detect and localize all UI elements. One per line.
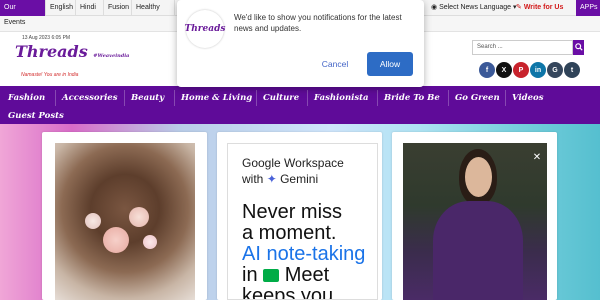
site-logo[interactable]: Threads #Weaveindia bbox=[15, 42, 129, 61]
facebook-icon[interactable]: f bbox=[479, 62, 495, 78]
nav-separator bbox=[256, 90, 257, 106]
search-button[interactable] bbox=[573, 40, 584, 55]
ad-line-1: Google Workspace bbox=[242, 156, 344, 170]
flower-decoration bbox=[129, 207, 149, 227]
tab-english[interactable]: English bbox=[46, 0, 76, 16]
select-news-language-label: Select News Language bbox=[439, 4, 512, 11]
ad-line-4: a moment. bbox=[242, 222, 337, 244]
write-for-us-link[interactable]: ✎ Write for Us bbox=[516, 0, 563, 16]
notification-popup: Threads We'd like to show you notificati… bbox=[177, 0, 424, 87]
search-input[interactable]: Search ... bbox=[472, 40, 573, 55]
outfit-shape bbox=[433, 201, 523, 300]
ad-line-2-brand: Gemini bbox=[280, 172, 319, 186]
hairstyle-image[interactable] bbox=[55, 143, 195, 300]
logo-text: Threads bbox=[15, 42, 88, 61]
header-date: 13 Aug 2023 6:05 PM bbox=[22, 35, 71, 41]
ad-line-7: keeps you bbox=[242, 285, 334, 300]
pen-icon: ✎ bbox=[516, 4, 522, 11]
events-link[interactable]: Events bbox=[4, 19, 25, 26]
cancel-button[interactable]: Cancel bbox=[314, 54, 356, 74]
nav-beauty[interactable]: Beauty bbox=[131, 88, 164, 108]
nav-separator bbox=[307, 90, 308, 106]
face-shape bbox=[465, 157, 492, 197]
logo-suffix: #Weaveindia bbox=[93, 53, 130, 59]
main-nav: Fashion Accessories Beauty Home & Living… bbox=[0, 86, 600, 124]
nav-home-living[interactable]: Home & Living bbox=[181, 88, 252, 108]
ad-line-2-prefix: with bbox=[242, 172, 264, 186]
allow-button[interactable]: Allow bbox=[367, 52, 413, 76]
nav-fashionista[interactable]: Fashionista bbox=[314, 88, 369, 108]
google-workspace-ad[interactable]: Google Workspace with ✦ Gemini Never mis… bbox=[227, 143, 378, 300]
google-icon[interactable]: G bbox=[547, 62, 563, 78]
flower-decoration bbox=[85, 213, 101, 229]
tab-healthy-life[interactable]: Healthy Life bbox=[132, 0, 175, 27]
tumblr-icon[interactable]: t bbox=[564, 62, 580, 78]
meet-icon bbox=[263, 269, 280, 283]
select-news-language[interactable]: ◉ Select News Language ▾ bbox=[431, 0, 517, 16]
tagline: Namaste! You are in India bbox=[21, 72, 79, 78]
nav-separator bbox=[377, 90, 378, 106]
search-icon bbox=[575, 43, 583, 51]
linkedin-icon[interactable]: in bbox=[530, 62, 546, 78]
ad-line-3: Never miss bbox=[242, 201, 343, 223]
nav-bride-to-be[interactable]: Bride To Be bbox=[384, 88, 440, 108]
tab-hindi[interactable]: Hindi bbox=[76, 0, 104, 16]
nav-culture[interactable]: Culture bbox=[263, 88, 299, 108]
popup-logo: Threads bbox=[185, 10, 225, 48]
nav-separator bbox=[124, 90, 125, 106]
nav-videos[interactable]: Videos bbox=[512, 88, 543, 108]
nav-separator bbox=[448, 90, 449, 106]
gemini-sparkle-icon: ✦ bbox=[266, 172, 277, 186]
ad-line-6: in Meet bbox=[242, 264, 329, 287]
nav-separator bbox=[55, 90, 56, 106]
close-icon[interactable]: ✕ bbox=[530, 151, 544, 165]
model-image[interactable] bbox=[403, 143, 547, 300]
flower-decoration bbox=[103, 227, 129, 253]
nav-guest-posts[interactable]: Guest Posts bbox=[8, 106, 64, 126]
nav-fashion[interactable]: Fashion bbox=[8, 88, 45, 108]
flower-decoration bbox=[143, 235, 157, 249]
tab-our-domains[interactable]: Our Domains bbox=[0, 0, 46, 27]
x-icon[interactable]: X bbox=[496, 62, 512, 78]
write-for-us-label: Write for Us bbox=[523, 4, 564, 11]
ad-line-6-prefix: in bbox=[242, 264, 258, 286]
apps-button[interactable]: APPs bbox=[576, 0, 600, 16]
nav-separator bbox=[174, 90, 175, 106]
tab-fusion[interactable]: Fusion bbox=[104, 0, 132, 16]
nav-go-green[interactable]: Go Green bbox=[455, 88, 500, 108]
ad-line-2: with ✦ Gemini bbox=[242, 172, 318, 186]
popup-message: We'd like to show you notifications for … bbox=[234, 13, 402, 33]
nav-accessories[interactable]: Accessories bbox=[62, 88, 118, 108]
pinterest-icon[interactable]: P bbox=[513, 62, 529, 78]
globe-icon: ◉ bbox=[431, 4, 438, 11]
ad-line-5: AI note-taking bbox=[242, 243, 366, 265]
nav-separator bbox=[505, 90, 506, 106]
ad-line-6-brand: Meet bbox=[284, 264, 330, 286]
